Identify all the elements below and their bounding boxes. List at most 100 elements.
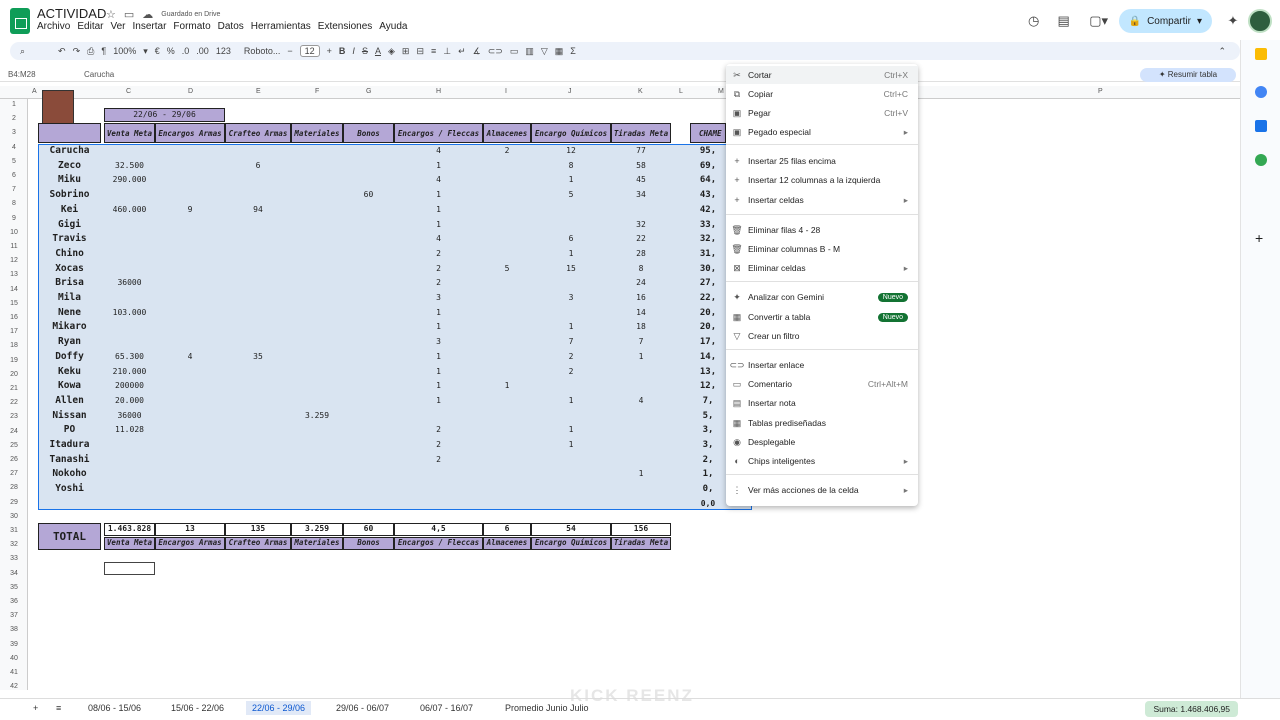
row-header[interactable]: 1 [0, 101, 28, 108]
table-cell[interactable]: 1 [394, 190, 483, 199]
table-cell[interactable]: 5 [531, 190, 611, 199]
col-header[interactable]: D [188, 88, 193, 95]
row-header[interactable]: 34 [0, 570, 28, 577]
table-cell[interactable]: 3, [690, 440, 726, 450]
table-cell[interactable]: 2 [483, 146, 531, 155]
print-icon[interactable]: ⎙ [87, 46, 94, 57]
table-cell[interactable]: 95, [690, 146, 726, 156]
table-cell[interactable]: 16 [611, 293, 671, 302]
table-cell[interactable]: 8 [531, 161, 611, 170]
table-cell[interactable]: 1 [394, 367, 483, 376]
row-header[interactable]: 12 [0, 257, 28, 264]
table-cell[interactable]: 3 [531, 293, 611, 302]
table-cell[interactable]: 35 [225, 352, 291, 361]
contacts-icon[interactable] [1255, 120, 1267, 132]
table-cell[interactable]: 1 [531, 425, 611, 434]
table-cell[interactable]: 1 [394, 220, 483, 229]
context-menu-item[interactable]: ◐ Chips inteligentes ▸ [726, 452, 918, 470]
table-cell[interactable]: 8 [611, 264, 671, 273]
align-icon[interactable]: ≡ [431, 46, 436, 56]
player-name[interactable]: Nokoho [38, 468, 101, 479]
table-cell[interactable]: 1 [394, 352, 483, 361]
summarize-table-button[interactable]: ✦ Resumir tabla [1140, 68, 1236, 82]
row-header[interactable]: 23 [0, 413, 28, 420]
link-icon[interactable]: ⊂⊃ [488, 46, 503, 57]
table-cell[interactable]: 3.259 [291, 411, 343, 420]
row-header[interactable]: 17 [0, 328, 28, 335]
table-cell[interactable]: 14, [690, 352, 726, 362]
filter-icon[interactable]: ▽ [541, 46, 548, 57]
table-cell[interactable]: 20, [690, 322, 726, 332]
context-menu-item[interactable]: ✂ Cortar Ctrl+X [726, 66, 918, 84]
table-cell[interactable]: 1 [531, 322, 611, 331]
row-header[interactable]: 36 [0, 598, 28, 605]
table-cell[interactable]: 34 [611, 190, 671, 199]
table-cell[interactable]: 32.500 [104, 161, 155, 170]
share-button[interactable]: 🔒 Compartir ▾ [1118, 9, 1212, 33]
table-cell[interactable]: 3, [690, 425, 726, 435]
table-cell[interactable]: 32 [611, 220, 671, 229]
table-cell[interactable]: 2 [531, 352, 611, 361]
menu-extensiones[interactable]: Extensiones [318, 21, 372, 32]
row-header[interactable]: 19 [0, 357, 28, 364]
table-cell[interactable]: 13, [690, 367, 726, 377]
context-menu-item[interactable]: ◉ Desplegable [726, 433, 918, 451]
font-size-input[interactable]: 12 [299, 45, 320, 57]
context-menu-item[interactable]: ▦ Tablas prediseñadas [726, 414, 918, 432]
table-cell[interactable]: 290.000 [104, 175, 155, 184]
table-cell[interactable]: 60 [343, 190, 394, 199]
table-cell[interactable]: 42, [690, 205, 726, 215]
fill-color-icon[interactable]: ◈ [388, 46, 395, 57]
gemini-icon[interactable]: ✦ [1218, 13, 1248, 29]
table-cell[interactable]: 1 [531, 249, 611, 258]
context-menu-item[interactable]: + Insertar celdas ▸ [726, 191, 918, 209]
row-header[interactable]: 15 [0, 300, 28, 307]
table-cell[interactable]: 1 [531, 175, 611, 184]
table-cell[interactable]: 4 [611, 396, 671, 405]
search-icon[interactable]: ⌕ [20, 46, 25, 57]
sheets-logo-icon[interactable] [10, 8, 30, 34]
table-cell[interactable]: 64, [690, 175, 726, 185]
chevron-down-icon[interactable]: ▾ [143, 46, 148, 57]
table-cell[interactable]: 1 [394, 322, 483, 331]
row-header[interactable]: 41 [0, 669, 28, 676]
col-header[interactable]: I [505, 88, 507, 95]
table-cell[interactable]: 94 [225, 205, 291, 214]
context-menu-item[interactable]: 🗑 Eliminar filas 4 - 28 [726, 221, 918, 239]
menu-ver[interactable]: Ver [110, 21, 125, 32]
col-header[interactable]: H [436, 88, 441, 95]
table-cell[interactable]: 460.000 [104, 205, 155, 214]
font-size-decrease[interactable]: − [287, 46, 292, 56]
valign-icon[interactable]: ⊥ [443, 46, 451, 57]
table-cell[interactable]: 210.000 [104, 367, 155, 376]
paint-format-icon[interactable]: ¶ [101, 46, 106, 56]
table-cell[interactable]: 43, [690, 190, 726, 200]
rotate-icon[interactable]: ∡ [473, 46, 481, 57]
player-name[interactable]: Zeco [38, 160, 101, 171]
col-header[interactable]: J [568, 88, 572, 95]
player-name[interactable]: Doffy [38, 351, 101, 362]
total-value[interactable]: 54 [531, 523, 611, 536]
table-cell[interactable]: 28 [611, 249, 671, 258]
context-menu-item[interactable]: ⊠ Eliminar celdas ▸ [726, 259, 918, 277]
table-cell[interactable]: 1 [483, 381, 531, 390]
player-name[interactable]: Kowa [38, 380, 101, 391]
table-cell[interactable]: 22, [690, 293, 726, 303]
context-menu-item[interactable]: ▽ Crear un filtro [726, 327, 918, 345]
table-cell[interactable]: 12 [531, 146, 611, 155]
all-sheets-icon[interactable]: ≡ [56, 703, 61, 713]
col-header[interactable]: E [256, 88, 261, 95]
increase-decimal-button[interactable]: .00 [196, 46, 209, 56]
row-header[interactable]: 18 [0, 342, 28, 349]
table-cell[interactable]: 14 [611, 308, 671, 317]
table-cell[interactable]: 2 [394, 455, 483, 464]
player-name[interactable]: Kei [38, 204, 101, 215]
row-header[interactable]: 9 [0, 215, 28, 222]
row-header[interactable]: 26 [0, 456, 28, 463]
table-cell[interactable]: 1 [394, 205, 483, 214]
context-menu-item[interactable]: ▦ Convertir a tabla Nuevo [726, 308, 918, 326]
context-menu-item[interactable]: ⧉ Copiar Ctrl+C [726, 85, 918, 103]
player-name[interactable]: PO [38, 424, 101, 435]
player-name[interactable]: Chino [38, 248, 101, 259]
table-cell[interactable]: 1 [394, 308, 483, 317]
